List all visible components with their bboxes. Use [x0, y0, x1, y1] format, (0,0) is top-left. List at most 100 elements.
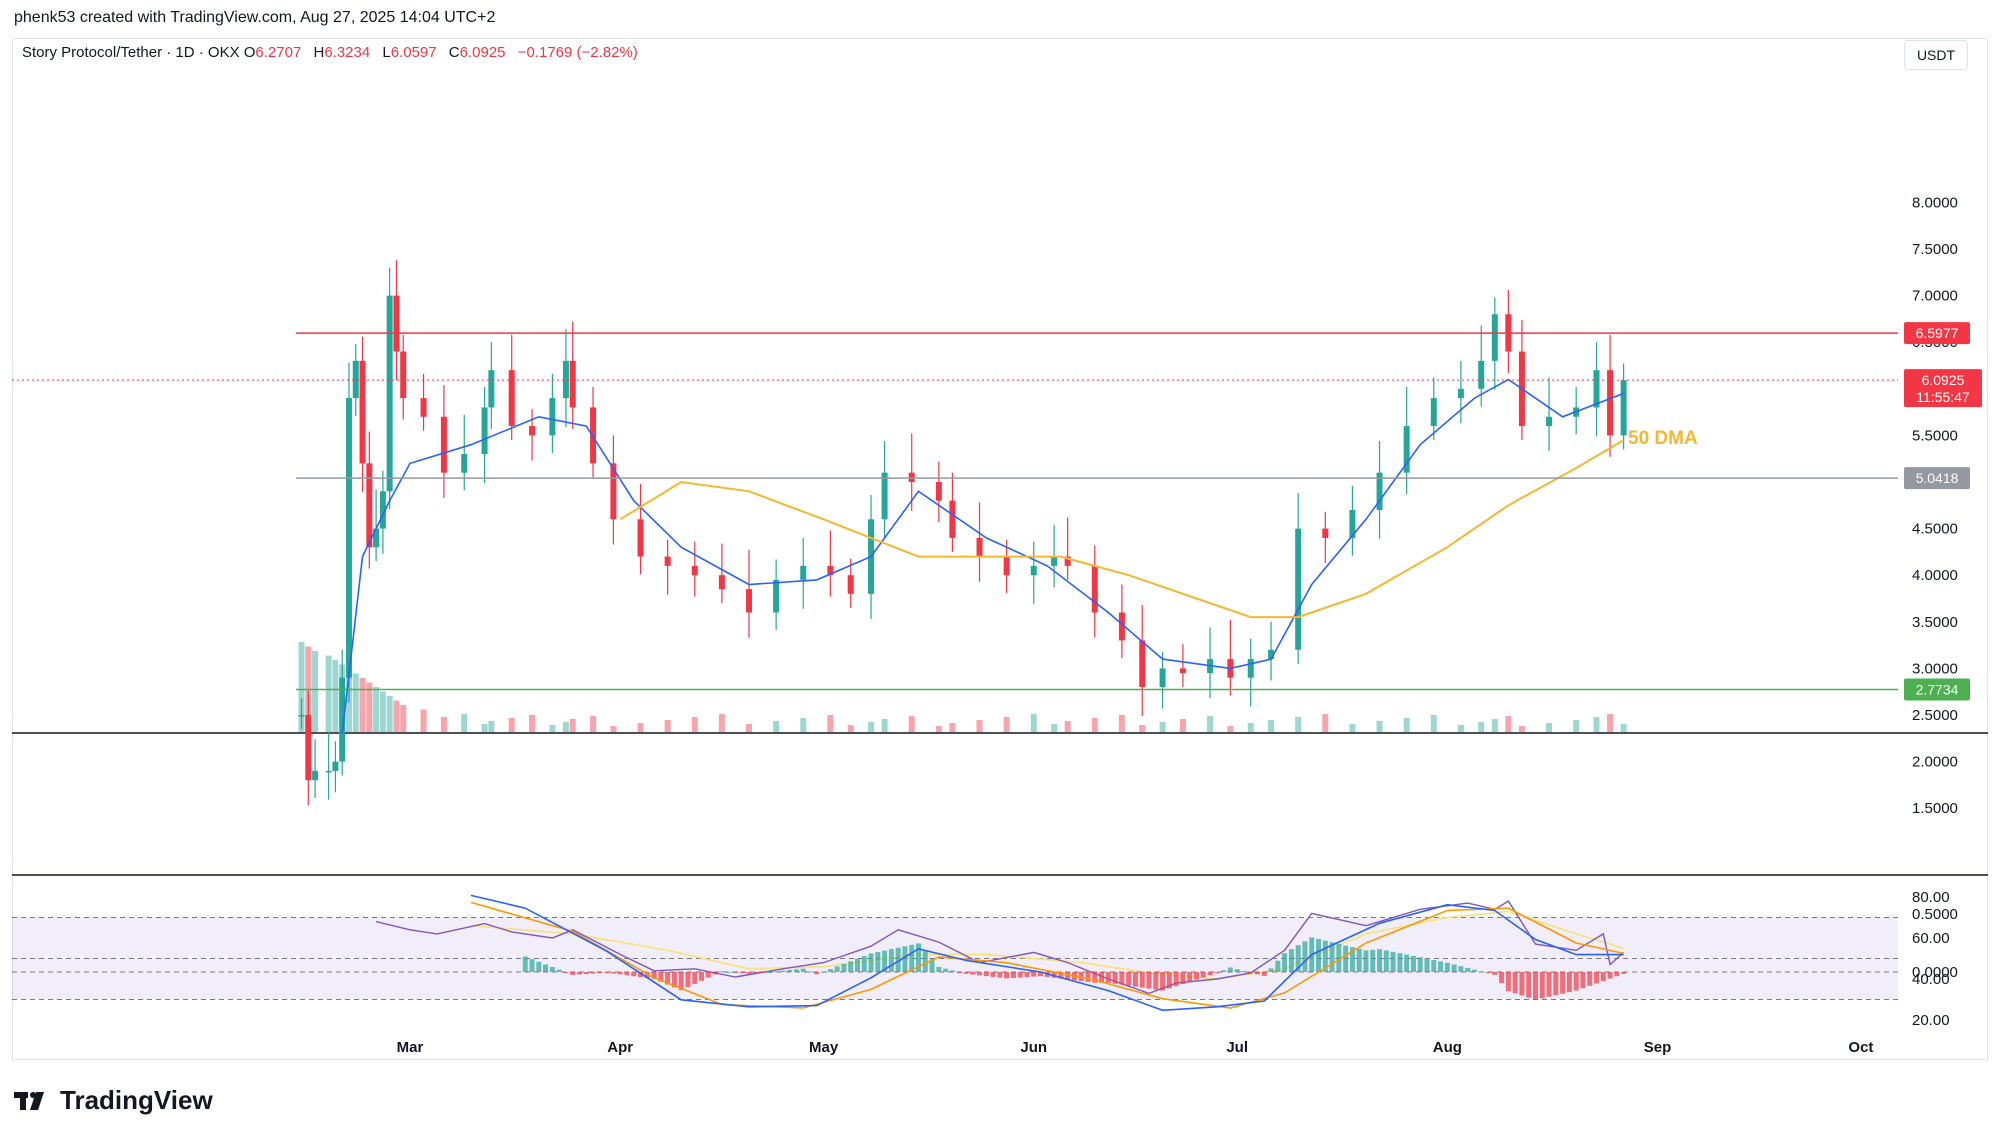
macd-histogram-bar	[685, 972, 691, 988]
macd-histogram-bar	[597, 972, 603, 974]
macd-histogram-bar	[1214, 972, 1220, 974]
price-tick-label: 7.5000	[1912, 241, 1958, 258]
macd-histogram-bar	[1444, 962, 1450, 972]
volume-bar	[508, 718, 515, 732]
volume-bar	[1349, 724, 1356, 732]
candle-body	[1593, 370, 1600, 408]
macd-histogram-bar	[943, 968, 949, 972]
macd-histogram-bar	[922, 951, 928, 972]
time-tick-label: Apr	[607, 1039, 633, 1056]
macd-histogram-bar	[732, 972, 738, 973]
macd-histogram-bar	[705, 972, 711, 978]
volume-bar	[908, 716, 915, 732]
macd-histogram-bar	[1255, 972, 1260, 975]
time-tick-label: Sep	[1644, 1039, 1672, 1056]
volume-bar	[1376, 721, 1383, 732]
volume-bar	[373, 687, 380, 732]
volume-bar	[359, 678, 366, 732]
macd-histogram-bar	[1200, 972, 1206, 978]
candle-body	[352, 360, 359, 399]
macd-histogram-bar	[1017, 972, 1023, 978]
macd-histogram-bar	[1526, 972, 1532, 998]
volume-bar	[1227, 726, 1234, 732]
volume-bar	[1607, 714, 1614, 732]
level-badge-label: 5.0418	[1916, 470, 1959, 486]
time-tick-label: Jun	[1020, 1039, 1047, 1056]
candle-body	[312, 770, 319, 781]
macd-histogram-bar	[570, 972, 576, 975]
volume-bar	[1003, 717, 1010, 732]
macd-histogram-bar	[1153, 972, 1159, 990]
macd-histogram-bar	[1010, 972, 1016, 978]
macd-histogram-bar	[631, 972, 637, 977]
macd-histogram-bar	[861, 956, 867, 972]
candle-body	[1430, 398, 1437, 427]
price-tick-label: 7.0000	[1912, 288, 1958, 305]
macd-histogram-bar	[1227, 967, 1233, 972]
macd-histogram-bar	[1417, 957, 1423, 972]
candle-body	[1030, 565, 1037, 576]
macd-histogram-bar	[746, 972, 752, 974]
macd-histogram-bar	[1404, 954, 1410, 972]
price-tick-label: 4.5000	[1912, 521, 1958, 538]
price-chart[interactable]: 8.00007.50007.00006.50005.50004.50004.00…	[0, 0, 2000, 1135]
macd-histogram-bar	[875, 952, 881, 972]
volume-bar	[1159, 722, 1166, 732]
volume-bar	[1139, 725, 1146, 732]
macd-histogram-bar	[1566, 972, 1572, 993]
candle-body	[1003, 556, 1010, 576]
volume-bar	[1051, 724, 1058, 732]
macd-histogram-bar	[1505, 972, 1511, 992]
macd-histogram-bar	[1519, 972, 1525, 996]
candle-body	[1322, 528, 1329, 538]
macd-histogram-bar	[549, 967, 555, 972]
volume-bar	[529, 715, 536, 732]
macd-histogram-bar	[990, 972, 996, 977]
candle-body	[935, 482, 942, 501]
macd-histogram-bar	[1302, 941, 1308, 972]
macd-histogram-bar	[753, 972, 759, 974]
candle-body	[881, 472, 888, 520]
volume-bar	[610, 726, 617, 732]
rsi-tick-label: 20.00	[1912, 1012, 1950, 1029]
candle-body	[1091, 565, 1098, 613]
macd-histogram-bar	[712, 972, 718, 975]
volume-bar	[352, 673, 359, 732]
volume-bar	[1295, 717, 1302, 732]
candle-body	[1247, 659, 1254, 678]
volume-bar	[1064, 721, 1071, 732]
volume-bar	[590, 716, 597, 732]
candle-body	[461, 454, 468, 473]
macd-histogram-bar	[800, 968, 806, 972]
volume-bar	[773, 721, 780, 732]
volume-bar	[481, 724, 488, 732]
macd-histogram-bar	[963, 972, 969, 974]
volume-bar	[1546, 723, 1553, 732]
volume-bar	[569, 719, 576, 732]
macd-histogram-bar	[1614, 972, 1620, 977]
macd-histogram-bar	[1560, 972, 1566, 994]
volume-bar	[868, 722, 875, 732]
macd-histogram-bar	[1600, 972, 1606, 982]
volume-bar	[746, 724, 752, 732]
candle-body	[637, 519, 644, 557]
macd-histogram-bar	[1105, 972, 1111, 983]
last-price-label: 6.0925	[1922, 372, 1965, 388]
volume-bar	[549, 725, 556, 732]
volume-bar	[1573, 720, 1580, 732]
candle-body	[773, 579, 780, 613]
macd-histogram-bar	[1187, 972, 1193, 982]
macd-histogram-bar	[1139, 972, 1145, 988]
macd-histogram-bar	[780, 970, 786, 972]
macd-histogram-bar	[956, 972, 962, 973]
macd-histogram-bar	[522, 956, 528, 972]
tradingview-logo[interactable]: TradingView	[14, 1085, 213, 1116]
macd-histogram-bar	[1234, 969, 1240, 972]
volume-bar	[1268, 720, 1275, 732]
macd-histogram-bar	[1160, 972, 1166, 991]
macd-histogram-bar	[909, 944, 915, 972]
candle-body	[359, 360, 366, 464]
volume-bar	[325, 655, 332, 732]
candle-body	[345, 398, 352, 678]
macd-histogram-bar	[1431, 959, 1437, 972]
